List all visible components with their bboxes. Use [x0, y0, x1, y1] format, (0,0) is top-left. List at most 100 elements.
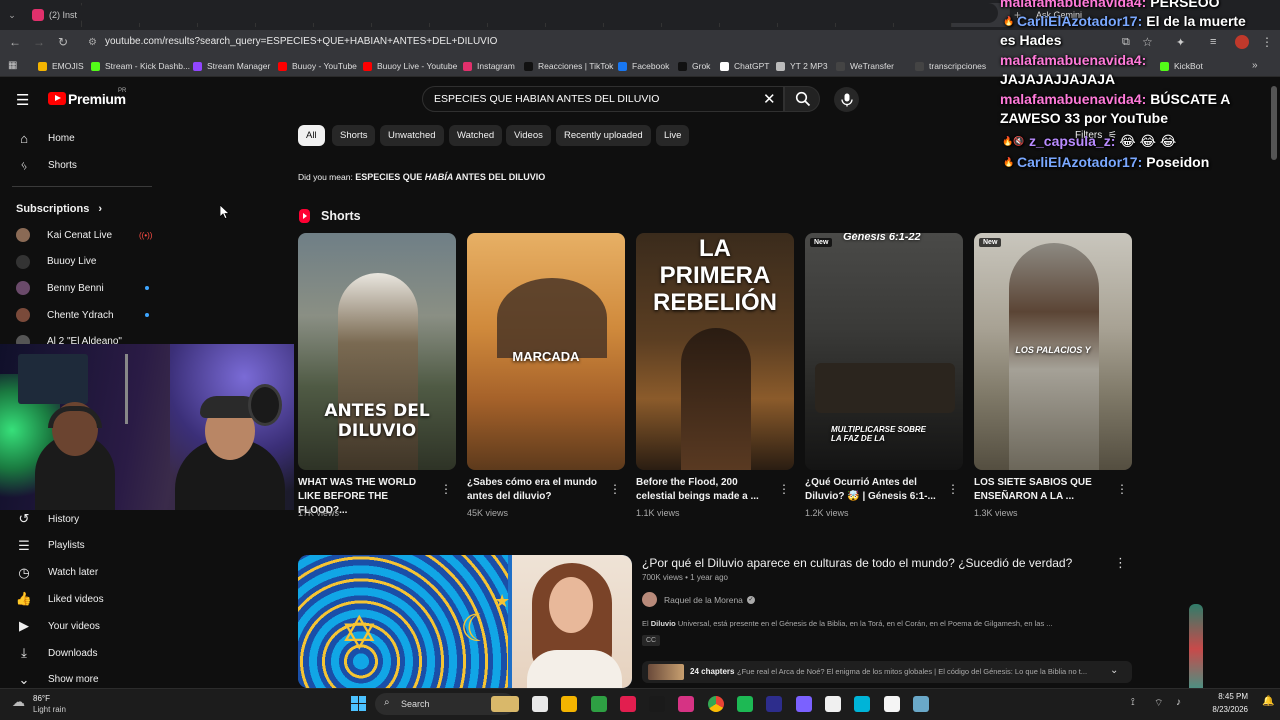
sidebar-item-playlists[interactable]: ☰ Playlists [16, 538, 85, 554]
chrome-alt-icon[interactable] [591, 696, 607, 712]
filter-chip-watched[interactable]: Watched [449, 125, 503, 146]
filter-chip-shorts[interactable]: Shorts [332, 125, 376, 146]
more-bookmarks-icon[interactable]: » [1252, 60, 1258, 71]
forward-icon[interactable]: → [32, 35, 46, 49]
bookmark-star-icon[interactable]: ☆ [1142, 35, 1153, 49]
premiere-icon[interactable] [766, 696, 782, 712]
short-thumbnail[interactable]: LA PRIMERA REBELIÓN [636, 233, 794, 470]
sidebar-subscriptions-link[interactable]: Subscriptions › [16, 203, 102, 215]
sidebar-channel-item[interactable]: Benny Benni [16, 281, 149, 296]
bookmark-item[interactable]: WeTransfer [836, 61, 894, 71]
notes-icon[interactable] [854, 696, 870, 712]
chrome-icon[interactable] [708, 696, 724, 712]
tiktok-icon[interactable] [620, 696, 636, 712]
browser-tab[interactable]: (2) Inst [24, 3, 82, 27]
clock-time[interactable]: 8:45 PM [1208, 692, 1248, 701]
sidebar-channel-item[interactable]: Buuoy Live [16, 254, 129, 269]
video-thumbnail[interactable]: ✡ ☾ ★ [298, 555, 632, 688]
bookmark-item[interactable]: Stream - Kick Dashb... [91, 61, 190, 71]
new-badge: New [810, 238, 833, 247]
network-icon[interactable]: ⌔ [1154, 697, 1163, 710]
video-more-actions-icon[interactable]: ⋮ [1114, 555, 1127, 571]
bookmark-item[interactable]: Stream Manager [193, 61, 270, 71]
browser-menu-icon[interactable]: ⋮ [1261, 35, 1273, 49]
sidebar-item-liked-videos[interactable]: 👍 Liked videos [16, 591, 104, 607]
short-more-actions-icon[interactable]: ⋮ [947, 482, 959, 496]
short-more-actions-icon[interactable]: ⋮ [1116, 482, 1128, 496]
reading-list-icon[interactable]: ≡ [1210, 36, 1216, 48]
windows-start-icon[interactable] [351, 696, 367, 712]
app-icon[interactable] [678, 696, 694, 712]
bookmark-item[interactable]: ChatGPT [720, 61, 769, 71]
discord-icon[interactable] [884, 696, 900, 712]
short-more-actions-icon[interactable]: ⋮ [440, 482, 452, 496]
install-icon[interactable]: ⧉ [1122, 36, 1130, 49]
spotify-icon[interactable] [737, 696, 753, 712]
filter-chip-live[interactable]: Live [656, 125, 690, 146]
bookmark-item[interactable]: YT 2 MP3 [776, 61, 828, 71]
voice-search-button[interactable] [834, 87, 859, 112]
bookmark-item[interactable]: EMOJIS [38, 61, 84, 71]
file-manager-icon[interactable] [532, 696, 548, 712]
wifi-icon[interactable]: ⟟ [1131, 697, 1135, 708]
sidebar-item-home[interactable]: ⌂ Home [16, 130, 75, 146]
obs-icon[interactable] [913, 696, 929, 712]
short-thumbnail[interactable]: ANTES DEL DILUVIO [298, 233, 456, 470]
bookmark-item[interactable]: Buuoy - YouTube [278, 61, 357, 71]
extensions-icon[interactable]: ✦ [1176, 36, 1185, 49]
folder-icon[interactable] [561, 696, 577, 712]
bookmark-item[interactable]: Facebook [618, 61, 669, 71]
grid-app-icon[interactable] [796, 696, 812, 712]
short-thumbnail[interactable]: New Génesis 6:1-22 MULTIPLICARSE SOBRE LA … [805, 233, 963, 470]
short-thumbnail[interactable]: New LOS PALACIOS Y [974, 233, 1132, 470]
profile-avatar[interactable] [1235, 35, 1249, 49]
back-icon[interactable]: ← [8, 35, 22, 49]
chapters-bar[interactable]: 24 chapters ¿Fue real el Arca de Noé? El… [642, 661, 1132, 683]
capcut-icon[interactable] [649, 696, 665, 712]
page-scrollbar-thumb[interactable] [1271, 86, 1277, 160]
sidebar-item-watch-later[interactable]: ◷ Watch later [16, 565, 98, 581]
short-title-link[interactable]: Before the Flood, 200 celestial beings m… [636, 476, 776, 504]
apps-grid-icon[interactable]: ▦ [8, 60, 17, 71]
bookmark-item[interactable]: Instagram [463, 61, 515, 71]
weather-temp[interactable]: 86°F [33, 694, 50, 703]
short-more-actions-icon[interactable]: ⋮ [778, 482, 790, 496]
search-button[interactable] [784, 86, 820, 112]
notepad-icon[interactable] [825, 696, 841, 712]
video-title-link[interactable]: ¿Por qué el Diluvio aparece en culturas … [642, 556, 1112, 570]
sidebar-channel-item[interactable]: Kai Cenat Live ((•)) [16, 228, 152, 242]
short-title-link[interactable]: ¿Sabes cómo era el mundo antes del diluv… [467, 476, 607, 504]
filter-chip-recently-uploaded[interactable]: Recently uploaded [556, 125, 651, 146]
filter-chip-videos[interactable]: Videos [506, 125, 551, 146]
sidebar-item-your-videos[interactable]: ▶ Your videos [16, 618, 100, 634]
bookmark-item[interactable]: Grok [678, 61, 710, 71]
bookmark-item[interactable]: transcripciones [915, 61, 986, 71]
bookmark-item[interactable]: KickBot [1160, 61, 1203, 71]
weather-icon[interactable]: ☁ [12, 694, 25, 710]
short-title-link[interactable]: LOS SIETE SABIOS QUE ENSEÑARON A LA ... [974, 476, 1114, 504]
volume-icon[interactable]: ♪ [1176, 697, 1181, 708]
bookmark-item[interactable]: Reacciones | TikTok [524, 61, 613, 71]
sidebar-item-history[interactable]: ↺ History [16, 511, 80, 527]
short-thumbnail[interactable]: MARCADA [467, 233, 625, 470]
address-bar[interactable] [78, 3, 998, 23]
hamburger-menu-icon[interactable]: ☰ [16, 91, 29, 109]
filter-chip-all[interactable]: All [298, 125, 325, 146]
filter-chip-unwatched[interactable]: Unwatched [380, 125, 444, 146]
channel-link[interactable]: Raquel de la Morena ✓ [642, 592, 755, 607]
bookmark-item[interactable]: Buuoy Live - Youtube [363, 61, 457, 71]
clear-search-icon[interactable]: ✕ [763, 90, 776, 108]
sidebar-item-shorts[interactable]: ᛃ Shorts [16, 157, 77, 173]
short-title-link[interactable]: ¿Qué Ocurrió Antes del Diluvio? 🤯 | Géne… [805, 476, 945, 504]
chapters-expand-icon[interactable]: ⌄ [1110, 665, 1118, 676]
sidebar-item-downloads[interactable]: ⤓ Downloads [16, 645, 97, 661]
sidebar-item-show-more[interactable]: ⌄ Show more [16, 672, 99, 688]
did-you-mean-suggestion-link[interactable]: ESPECIES QUE HABÍA ANTES DEL DILUVIO [355, 172, 545, 182]
tab-list-chevron-icon[interactable]: ⌄ [0, 10, 24, 21]
task-view-icon[interactable] [491, 696, 519, 712]
site-info-icon[interactable]: ⚙ [88, 37, 97, 48]
short-more-actions-icon[interactable]: ⋮ [609, 482, 621, 496]
notification-bell-icon[interactable]: 🔔 [1262, 696, 1274, 707]
reload-icon[interactable]: ↻ [56, 35, 70, 49]
sidebar-channel-item[interactable]: Chente Ydrach [16, 308, 149, 323]
